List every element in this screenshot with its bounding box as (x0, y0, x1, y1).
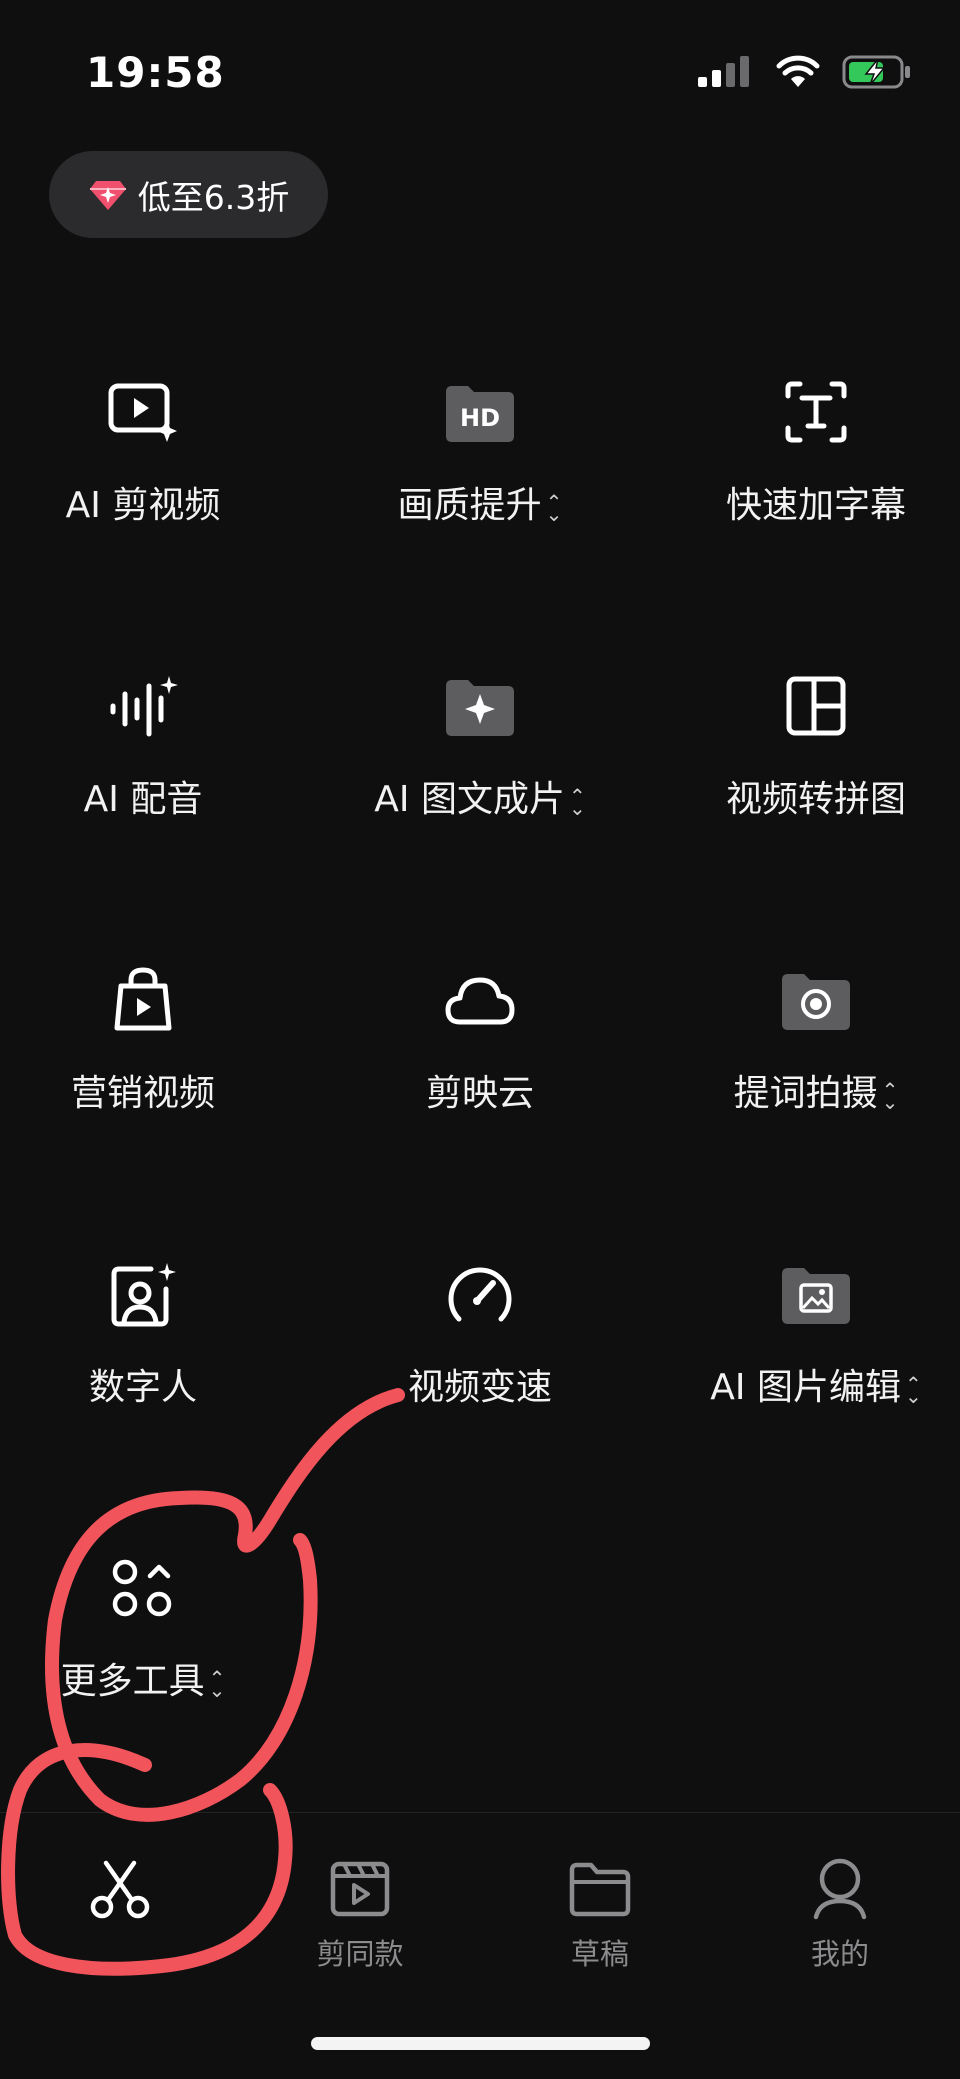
status-bar: 19:58 (0, 0, 960, 150)
nav-tab-edit[interactable] (0, 1813, 240, 2013)
expand-chevron-icon: ⌃ ⌄ (208, 1665, 226, 1702)
svg-text:HD: HD (460, 404, 500, 432)
ai-voice-icon (103, 666, 183, 746)
tool-label: 画质提升 ⌃ ⌄ (397, 485, 563, 526)
promo-discount-button[interactable]: 低至6.3折 (49, 151, 328, 238)
tool-speed[interactable]: 视频变速 (320, 1254, 640, 1474)
more-tools-icon (103, 1548, 183, 1628)
nav-label: 我的 (810, 1937, 869, 1971)
diamond-icon (89, 180, 126, 210)
folder-icon (564, 1853, 636, 1925)
expand-chevron-icon: ⌃ ⌄ (904, 1371, 922, 1408)
tool-label: 营销视频 (70, 1073, 215, 1114)
tool-label: 视频转拼图 (725, 779, 906, 820)
tool-more-tools[interactable]: 更多工具 ⌃ ⌄ (0, 1548, 303, 1768)
speedometer-icon (440, 1254, 520, 1334)
tool-digital-human[interactable]: 数字人 (0, 1254, 303, 1474)
ai-video-edit-icon (103, 372, 183, 452)
nav-tab-drafts[interactable]: 草稿 (480, 1813, 720, 2013)
hd-quality-icon: HD (440, 372, 520, 452)
tool-subtitle[interactable]: 快速加字幕 (656, 372, 960, 592)
tool-teleprompter[interactable]: 提词拍摄 ⌃ ⌄ (656, 960, 960, 1180)
template-icon (324, 1853, 396, 1925)
nav-label: 草稿 (570, 1937, 629, 1971)
nav-label: 剪同款 (316, 1937, 404, 1971)
tool-label: AI 配音 (83, 779, 203, 820)
tool-collage[interactable]: 视频转拼图 (656, 666, 960, 886)
promo-label: 低至6.3折 (137, 177, 290, 217)
profile-icon (804, 1853, 876, 1925)
tool-hd-quality[interactable]: HD 画质提升 ⌃ ⌄ (320, 372, 640, 592)
status-time: 19:58 (86, 48, 225, 97)
scissors-icon (84, 1853, 156, 1925)
wifi-icon (776, 55, 820, 87)
tool-ai-voice[interactable]: AI 配音 (0, 666, 303, 886)
tool-label: 数字人 (88, 1367, 197, 1408)
nav-tab-profile[interactable]: 我的 (720, 1813, 960, 2013)
tool-label: 剪映云 (425, 1073, 534, 1114)
collage-icon (776, 666, 856, 746)
tool-label: AI 图文成片 ⌃ ⌄ (374, 779, 586, 820)
bottom-nav: 剪同款 草稿 我的 (0, 1812, 960, 2013)
tool-ai-video-edit[interactable]: AI 剪视频 (0, 372, 303, 592)
ai-image-text-icon (440, 666, 520, 746)
tool-label: AI 剪视频 (65, 485, 221, 526)
signal-icon (698, 56, 749, 87)
tool-ai-image-edit[interactable]: AI 图片编辑 ⌃ ⌄ (656, 1254, 960, 1474)
expand-chevron-icon: ⌃ ⌄ (545, 489, 563, 526)
digital-human-icon (103, 1254, 183, 1334)
subtitle-icon (776, 372, 856, 452)
nav-tab-template[interactable]: 剪同款 (240, 1813, 480, 2013)
tool-ai-image-text[interactable]: AI 图文成片 ⌃ ⌄ (320, 666, 640, 886)
image-edit-icon (776, 1254, 856, 1334)
tool-cloud[interactable]: 剪映云 (320, 960, 640, 1180)
tool-label: 更多工具 ⌃ ⌄ (60, 1661, 226, 1702)
marketing-bag-icon (103, 960, 183, 1040)
battery-icon (842, 55, 910, 89)
tool-label: 视频变速 (407, 1367, 552, 1408)
tool-marketing-video[interactable]: 营销视频 (0, 960, 303, 1180)
tool-label: 提词拍摄 ⌃ ⌄ (733, 1073, 899, 1114)
tool-label: 快速加字幕 (725, 485, 906, 526)
cloud-icon (440, 960, 520, 1040)
tool-label: AI 图片编辑 ⌃ ⌄ (710, 1367, 922, 1408)
status-icons (696, 54, 912, 90)
home-indicator (311, 2037, 650, 2050)
camera-icon (776, 960, 856, 1040)
expand-chevron-icon: ⌃ ⌄ (568, 783, 586, 820)
expand-chevron-icon: ⌃ ⌄ (881, 1077, 899, 1114)
